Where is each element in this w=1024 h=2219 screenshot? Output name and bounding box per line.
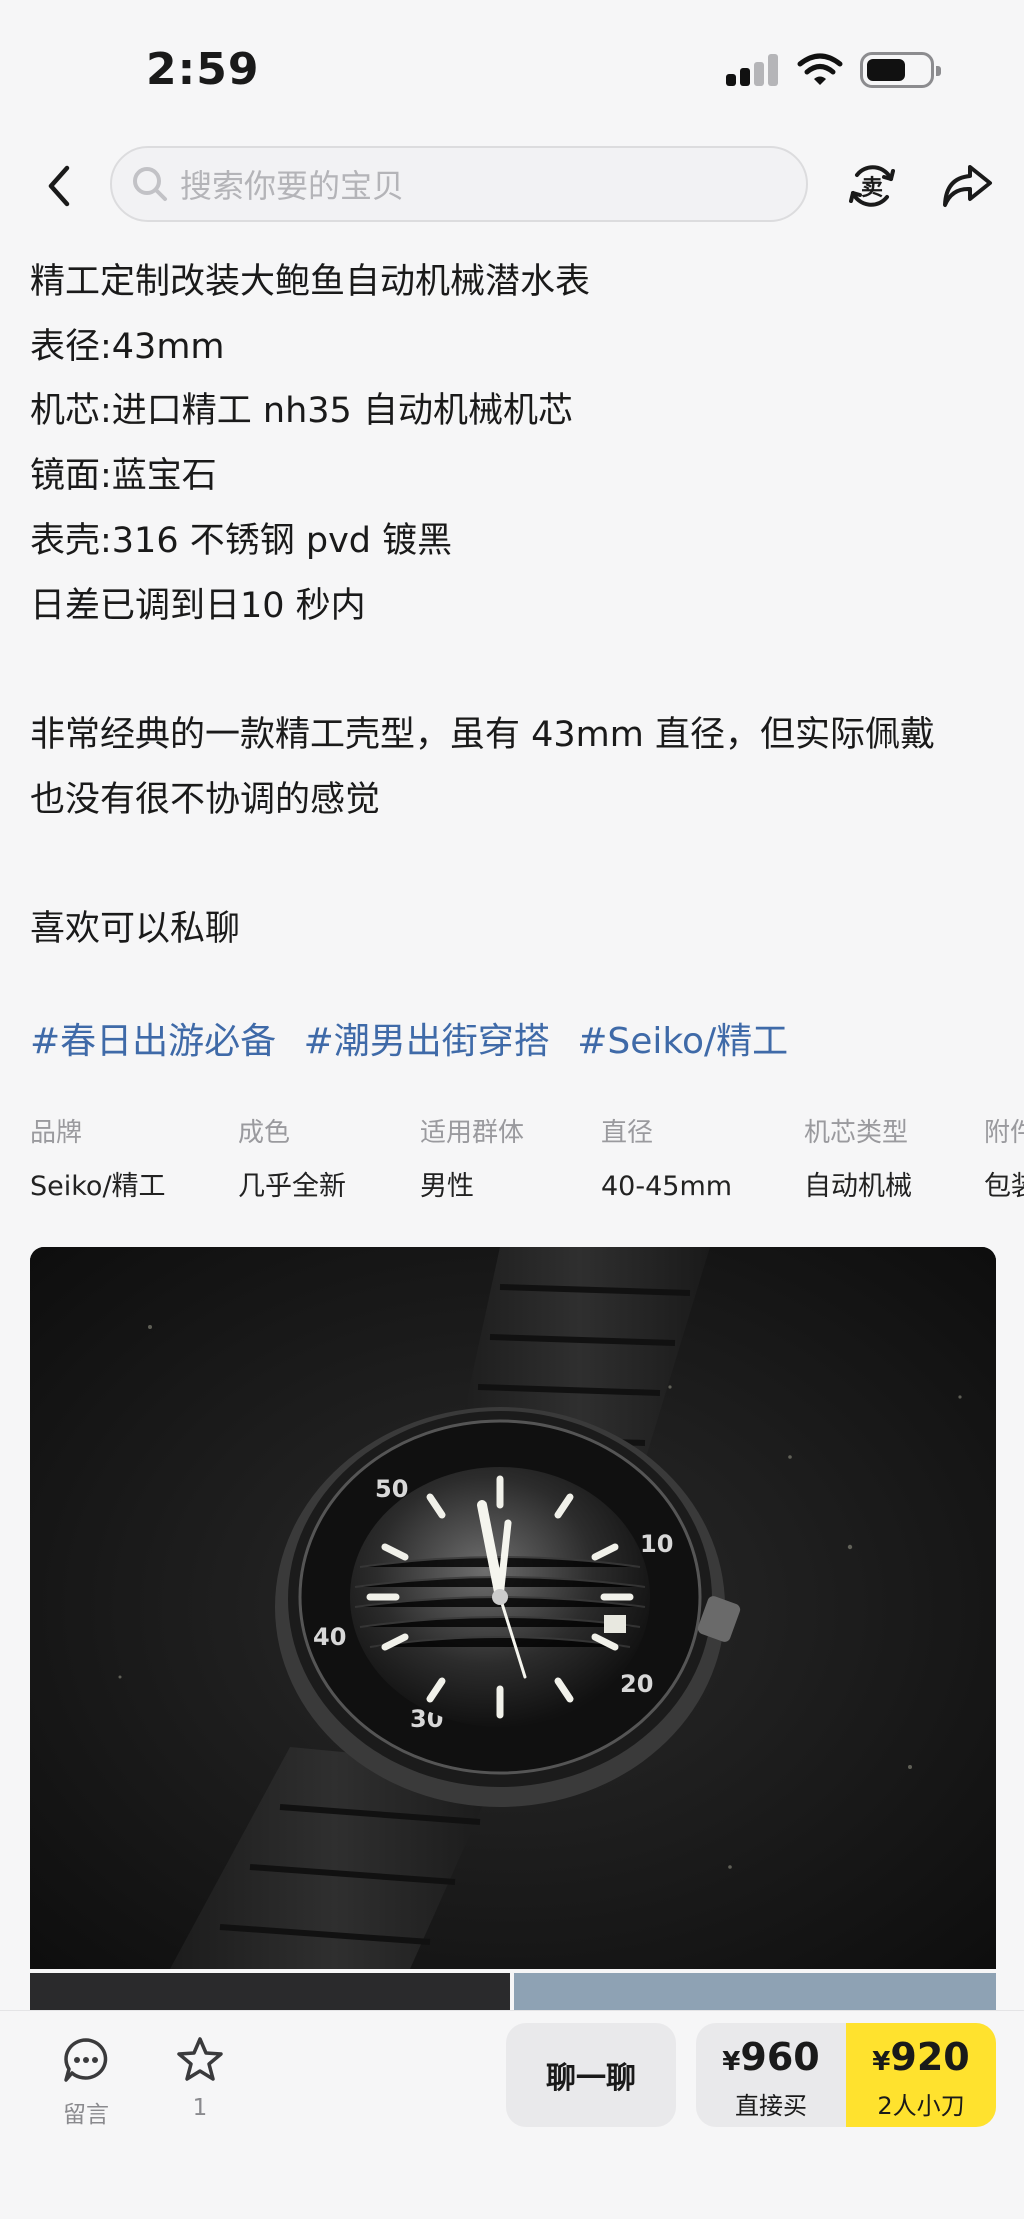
description-line: 日差已调到日10 秒内: [30, 585, 366, 626]
attribute-value: Seiko/精工: [30, 1171, 166, 1202]
item-detail: 精工定制改装大鲍鱼自动机械潜水表 表径:43mm 机芯:进口精工 nh35 自动…: [0, 236, 1024, 2010]
battery-icon: [860, 52, 941, 88]
description-line: [30, 832, 1000, 897]
svg-text:20: 20: [620, 1670, 653, 1698]
buy-price-value: 960: [740, 2035, 820, 2079]
description-line: 非常经典的一款精工壳型，虽有 43mm 直径，但实际佩戴: [30, 714, 935, 755]
item-description: 精工定制改装大鲍鱼自动机械潜水表 表径:43mm 机芯:进口精工 nh35 自动…: [30, 250, 1000, 962]
signal-icon: [726, 54, 778, 86]
back-button[interactable]: [34, 154, 82, 218]
search-icon: [130, 164, 170, 204]
buy-now-button[interactable]: ¥960 直接买: [696, 2023, 846, 2127]
attribute-movement: 机芯类型 自动机械: [804, 1116, 912, 1204]
description-line: 镜面:蓝宝石: [30, 456, 217, 497]
attribute-value: 40-45mm: [601, 1171, 733, 1202]
search-placeholder: 搜索你要的宝贝: [180, 167, 405, 205]
attribute-label: 品牌: [30, 1118, 83, 1148]
attribute-accessories: 附件 包装: [984, 1116, 1024, 1204]
message-icon: [64, 2038, 108, 2082]
product-photo-thumbnail[interactable]: [514, 1973, 996, 2010]
tag-list: #春日出游必备 #潮男出街穿搭 #Seiko/精工: [30, 1012, 804, 1064]
status-time: 2:59: [146, 44, 260, 95]
bargain-label: 2人小刀: [877, 2092, 965, 2120]
message-label: 留言: [63, 2102, 109, 2128]
description-line: 喜欢可以私聊: [30, 909, 241, 949]
svg-text:10: 10: [640, 1530, 673, 1558]
price-actions: ¥960 直接买 ¥920 2人小刀: [696, 2023, 996, 2127]
attribute-condition: 成色 几乎全新: [238, 1116, 346, 1204]
description-line: 机芯:进口精工 nh35 自动机械机芯: [30, 391, 573, 432]
tag-link[interactable]: #春日出游必备: [30, 1021, 276, 1062]
attribute-brand: 品牌 Seiko/精工: [30, 1116, 166, 1204]
favorite-button[interactable]: 1: [170, 2035, 230, 2135]
star-icon: [177, 2037, 223, 2081]
bottom-action-bar: 留言 1 聊一聊 ¥960 直接买 ¥920 2人小刀: [0, 2010, 1024, 2219]
photo-thumbnails: [30, 1973, 996, 2010]
nav-bar: 搜索你要的宝贝 卖: [0, 140, 1024, 236]
buy-label: 直接买: [735, 2092, 807, 2120]
bargain-price: ¥920: [846, 2035, 996, 2084]
share-icon: [943, 165, 992, 207]
currency-symbol: ¥: [872, 2047, 891, 2077]
message-button[interactable]: 留言: [56, 2035, 116, 2135]
description-line: 表径:43mm: [30, 326, 225, 367]
attribute-row: 品牌 Seiko/精工 成色 几乎全新 适用群体 男性 直径 40-45mm 机…: [0, 1116, 1024, 1226]
status-bar: 2:59: [0, 0, 1024, 140]
attribute-label: 附件: [984, 1118, 1024, 1148]
share-button[interactable]: [938, 150, 996, 222]
tag-link[interactable]: #Seiko/精工: [577, 1021, 788, 1062]
back-icon: [48, 165, 70, 207]
attribute-value: 男性: [420, 1171, 474, 1202]
buy-price: ¥960: [696, 2035, 846, 2084]
currency-symbol: ¥: [722, 2047, 741, 2077]
search-input[interactable]: 搜索你要的宝贝: [110, 146, 808, 222]
attribute-label: 机芯类型: [804, 1118, 909, 1148]
bargain-button[interactable]: ¥920 2人小刀: [846, 2023, 996, 2127]
attribute-audience: 适用群体 男性: [420, 1116, 524, 1204]
attribute-value: 几乎全新: [238, 1171, 346, 1202]
favorite-count: 1: [192, 2095, 208, 2121]
product-photo[interactable]: 50 10 40 20 30: [30, 1247, 996, 1969]
attribute-value: 包装: [984, 1171, 1024, 1202]
svg-text:40: 40: [313, 1623, 346, 1651]
description-line: [30, 638, 1000, 703]
description-line: 表壳:316 不锈钢 pvd 镀黑: [30, 520, 453, 561]
bargain-price-value: 920: [890, 2035, 970, 2079]
attribute-label: 适用群体: [420, 1118, 525, 1148]
description-line: 也没有很不协调的感觉: [30, 779, 381, 820]
attribute-label: 成色: [238, 1118, 291, 1148]
product-photo-thumbnail[interactable]: [30, 1973, 510, 2010]
attribute-value: 自动机械: [804, 1171, 912, 1202]
attribute-label: 直径: [601, 1118, 654, 1148]
sell-button[interactable]: 卖: [846, 150, 898, 222]
tag-link[interactable]: #潮男出街穿搭: [304, 1021, 550, 1062]
svg-text:卖: 卖: [861, 175, 883, 201]
description-line: 精工定制改装大鲍鱼自动机械潜水表: [30, 262, 591, 302]
wifi-icon: [796, 52, 844, 88]
attribute-diameter: 直径 40-45mm: [601, 1116, 732, 1204]
chat-button[interactable]: 聊一聊: [506, 2023, 676, 2127]
sell-icon: 卖: [849, 165, 895, 207]
